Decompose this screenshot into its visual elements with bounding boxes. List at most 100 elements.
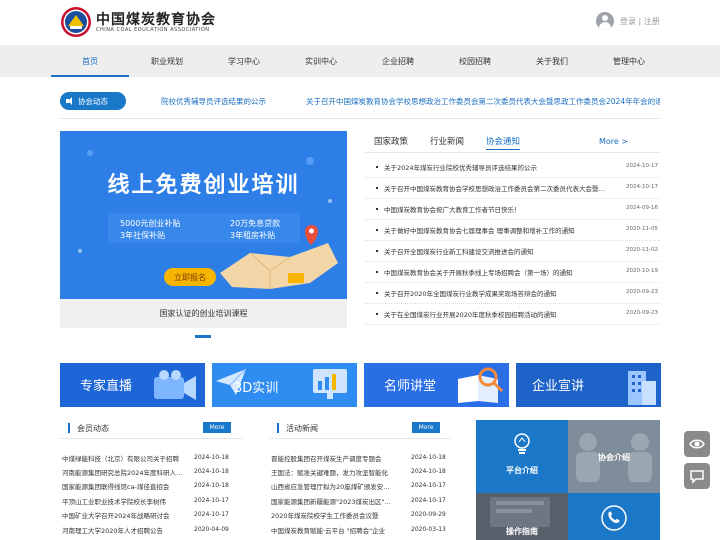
nav-item-about-us[interactable]: 关于我们 — [513, 45, 591, 77]
user-avatar-icon[interactable] — [596, 12, 614, 30]
news-item[interactable]: 关于2024年煤炭行业院校优秀辅导员评选结果的公示 2024-10-17 — [365, 157, 660, 178]
list-item-date: 2020-04-09 — [194, 526, 229, 533]
section-title: 会员动态 — [77, 424, 109, 433]
news-date: 2020-09-23 — [626, 289, 658, 295]
banner-benefit: 3年租房补贴 — [230, 231, 276, 240]
float-service-button[interactable] — [684, 431, 710, 457]
platform-intro-card[interactable]: 平台介绍 — [476, 420, 568, 493]
notice-badge: 协会动态 — [60, 92, 126, 110]
feature-label: 企业宣讲 — [532, 379, 585, 394]
auth-links: 登录 | 注册 — [620, 16, 660, 27]
bullet — [376, 250, 378, 252]
feature-tile-enterprise-talk[interactable]: 企业宣讲 — [516, 363, 661, 407]
banner-caption: 国家认证的创业培训课程 — [60, 299, 347, 328]
association-intro-card[interactable]: 协会介绍 — [568, 420, 660, 493]
list-item-date: 2024-10-17 — [194, 511, 229, 518]
feature-label: 3D实训 — [234, 381, 279, 396]
list-item-title: 国家能源集团联得线馆ca-煤径直招会 — [62, 483, 170, 491]
activity-news-more-button[interactable]: More — [412, 422, 440, 433]
contact-card[interactable] — [568, 493, 660, 540]
notice-label: 协会动态 — [78, 96, 108, 106]
tab-industry-news[interactable]: 行业新闻 — [430, 135, 464, 147]
video-camera-icon — [154, 370, 196, 400]
list-item-title: 中国煤炭教育赋能·云平台 "招聘会"企业 — [271, 527, 386, 535]
notice-link[interactable]: 院校优秀辅导员评选结果的公示 — [161, 96, 266, 107]
feature-tile-expert-live[interactable]: 专家直播 — [60, 363, 205, 407]
nav-item-enterprise-recruit[interactable]: 企业招聘 — [359, 45, 437, 77]
news-item[interactable]: 关于召开全国煤炭行业新工科建设交流推进会的通知 2020-11-02 — [365, 241, 660, 262]
register-link[interactable]: 注册 — [644, 17, 660, 26]
news-item[interactable]: 关于做好中国煤炭教育协会七届理事会 理事调整和增补工作的通知 2020-11-05 — [365, 220, 660, 241]
nav-item-campus-recruit[interactable]: 校园招聘 — [436, 45, 514, 77]
news-title: 关于2024年煤炭行业院校优秀辅导员评选结果的公示 — [384, 164, 538, 172]
user-area: 登录 | 注册 — [596, 11, 660, 31]
site-header: 中国煤炭教育协会 CHINA COAL EDUCATION ASSOCIATIO… — [0, 0, 720, 45]
banner-benefit: 20万免息贷款 — [230, 219, 281, 228]
notice-link[interactable]: 关于召开中国煤炭教育协会学校思想政治工作委员会第二次委员代表大会暨思政工作委员会… — [306, 96, 660, 107]
list-item[interactable]: 中煤绿能科技（北京）有限公司关于招聘 2024-10-18 — [60, 451, 243, 464]
user-guide-card[interactable]: 操作指南 — [476, 493, 568, 540]
news-title: 关于在全国煤炭行业开展2020年度秋季校园招聘活动的通知 — [384, 311, 557, 319]
list-item-title: 晋能控股集团召开煤炭生产调度专题会 — [271, 455, 382, 463]
nav-item-learning-center[interactable]: 学习中心 — [205, 45, 283, 77]
nav-item-training-center[interactable]: 实训中心 — [282, 45, 360, 77]
list-item[interactable]: 中国煤炭教育赋能·云平台 "招聘会"企业 2020-03-13 — [269, 523, 451, 536]
list-item[interactable]: 平顶山工业职业技术学院校长李树伟 2024-10-17 — [60, 494, 243, 507]
list-item[interactable]: 国家能源集团新疆能源"2023煤炭出区"销量创新高 2024-10-17 — [269, 494, 451, 507]
news-item[interactable]: 关于召开2020年全国煤炭行业教学成果奖现场答辩会的通知 2020-09-23 — [365, 283, 660, 304]
speaker-icon — [66, 97, 74, 105]
lightbulb-icon — [514, 433, 530, 454]
nav-item-career-planning[interactable]: 职业规划 — [128, 45, 206, 77]
member-news-more-button[interactable]: More — [203, 422, 231, 433]
feature-tile-3d-training[interactable]: 3D实训 — [212, 363, 357, 407]
bullet — [376, 271, 378, 273]
list-item-title: 河南能源集团研究总院2024年度科研人才招聘 — [62, 469, 184, 477]
news-date: 2024-10-17 — [626, 184, 658, 190]
list-item[interactable]: 山西省应急管理厅拟为20座煤矿颁发安全生产 2024-10-17 — [269, 479, 451, 492]
association-logo-icon[interactable] — [60, 6, 92, 38]
news-item[interactable]: 中国煤炭教育协会祝广大教育工作者节日快乐！ 2024-09-16 — [365, 199, 660, 220]
news-item[interactable]: 中国煤炭教育协会关于开展秋季线上专场招聘会（第一场）的通知 2020-10-19 — [365, 262, 660, 283]
list-item[interactable]: 河南理工大学2020年人才招聘公告 2020-04-09 — [60, 523, 243, 536]
banner-benefit: 5000元创业补贴 — [120, 219, 181, 228]
float-chat-button[interactable] — [684, 463, 710, 489]
news-date: 2020-09-23 — [626, 310, 658, 316]
bullet — [376, 208, 378, 210]
slider-indicator[interactable] — [195, 335, 211, 338]
news-title: 关于做好中国煤炭教育协会七届理事会 理事调整和增补工作的通知 — [384, 227, 575, 235]
brand-name: 中国煤炭教育协会 — [96, 12, 216, 28]
list-item-title: 王国法：赋准关键难题，发力攻坚智能化 — [271, 469, 388, 477]
news-more-link[interactable]: More > — [599, 137, 628, 146]
list-item-date: 2020-03-13 — [411, 526, 446, 533]
banner-slide[interactable]: 线上免费创业培训 5000元创业补贴 3年社保补贴 20万免息贷款 3年租房补贴… — [60, 131, 347, 299]
list-item[interactable]: 2020年煤炭院校学生工作委员会议暨 2020-09-29 — [269, 508, 451, 521]
feature-tile-master-lecture[interactable]: 名师讲堂 — [364, 363, 509, 407]
notice-ticker: 协会动态 院校优秀辅导员评选结果的公示 关于召开中国煤炭教育协会学校思想政治工作… — [60, 90, 660, 112]
tab-association-notice[interactable]: 协会通知 — [486, 135, 521, 150]
bullet — [376, 166, 378, 168]
nav-item-home[interactable]: 首页 — [51, 45, 129, 77]
divider — [60, 118, 660, 119]
banner-headline: 线上免费创业培训 — [107, 173, 300, 198]
list-item[interactable]: 晋能控股集团召开煤炭生产调度专题会 2024-10-18 — [269, 451, 451, 464]
list-item-date: 2024-10-17 — [411, 497, 446, 504]
list-item[interactable]: 王国法：赋准关键难题，发力攻坚智能化 2024-10-18 — [269, 465, 451, 478]
chat-bubble-icon — [690, 470, 704, 484]
list-item-title: 中煤绿能科技（北京）有限公司关于招聘 — [62, 455, 179, 463]
nav-item-admin-center[interactable]: 管理中心 — [590, 45, 668, 77]
signup-button[interactable]: 立即报名 — [164, 268, 216, 286]
news-item[interactable]: 关于召开中国煤炭教育协会学校思想政治工作委员会第二次委员代表大会暨思政工作委员会… — [365, 178, 660, 199]
feature-label: 名师讲堂 — [384, 379, 437, 394]
login-link[interactable]: 登录 — [620, 17, 636, 26]
activity-news-section: 活动新闻 More 晋能控股集团召开煤炭生产调度专题会 2024-10-18 王国… — [269, 419, 451, 540]
list-item-date: 2024-10-18 — [194, 454, 229, 461]
list-item[interactable]: 中国矿业大学召开2024年战略研讨会 2024-10-17 — [60, 508, 243, 521]
tab-national-policy[interactable]: 国家政策 — [374, 135, 408, 147]
news-item[interactable]: 关于在全国煤炭行业开展2020年度秋季校园招聘活动的通知 2020-09-23 — [365, 304, 660, 325]
list-item[interactable]: 国家能源集团联得线馆ca-煤径直招会 2024-10-18 — [60, 479, 243, 492]
card-label: 平台介绍 — [506, 466, 538, 475]
list-item[interactable]: 河南能源集团研究总院2024年度科研人才招聘 2024-10-18 — [60, 465, 243, 478]
news-tabs-panel: 国家政策 行业新闻 协会通知 More > 关于2024年煤炭行业院校优秀辅导员… — [365, 131, 660, 329]
chart-screen-icon — [313, 369, 347, 399]
phone-icon — [601, 505, 627, 531]
